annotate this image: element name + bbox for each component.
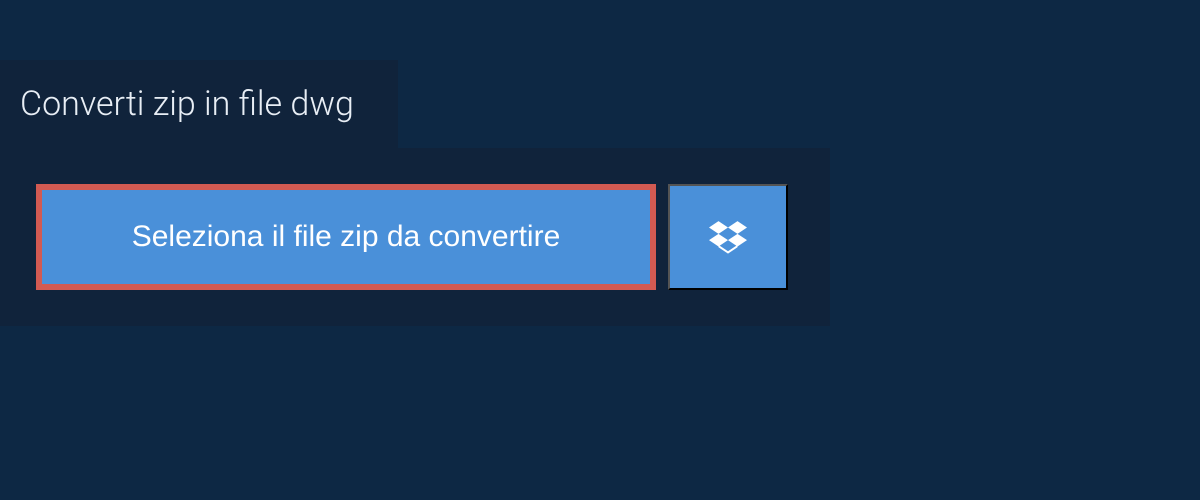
dropbox-button[interactable] <box>668 184 788 290</box>
select-file-label: Seleziona il file zip da convertire <box>132 220 561 253</box>
upload-panel: Seleziona il file zip da convertire <box>0 148 830 326</box>
dropbox-icon <box>709 218 747 256</box>
select-file-button[interactable]: Seleziona il file zip da convertire <box>36 184 656 290</box>
page-title: Converti zip in file dwg <box>20 84 354 124</box>
page-title-bar: Converti zip in file dwg <box>0 60 398 148</box>
button-row: Seleziona il file zip da convertire <box>36 184 794 290</box>
